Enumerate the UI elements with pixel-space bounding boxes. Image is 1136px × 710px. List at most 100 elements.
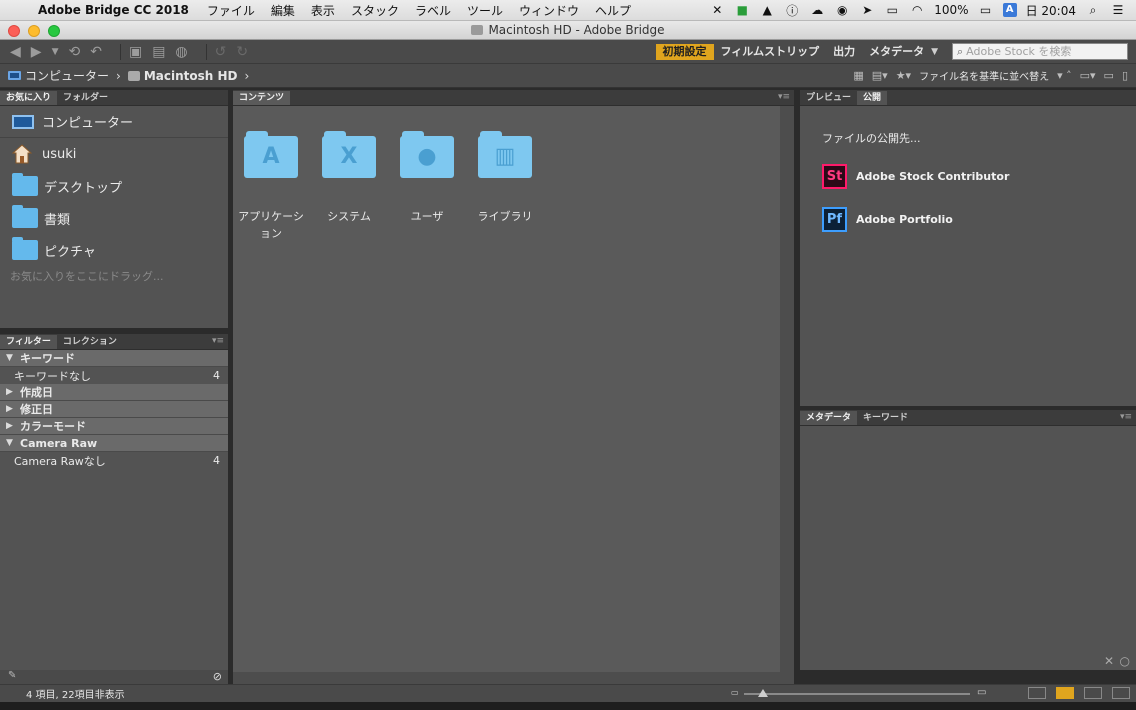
- folder-thumbnail[interactable]: ● ユーザ: [393, 131, 461, 225]
- rotate-left-icon[interactable]: ↺: [215, 44, 227, 60]
- view-list-button[interactable]: [1112, 687, 1130, 699]
- quality-options-icon[interactable]: ▦: [853, 69, 863, 82]
- filter-category[interactable]: ▶ 修正日: [0, 401, 228, 418]
- upload-status-icon[interactable]: ▲: [759, 3, 775, 17]
- breadcrumb-chevron-icon[interactable]: ›: [244, 69, 249, 83]
- menu-file[interactable]: ファイル: [207, 2, 255, 19]
- clear-filter-icon[interactable]: ⊘: [213, 670, 222, 683]
- filter-rating-star-icon[interactable]: ★▾: [896, 69, 911, 82]
- sort-by-dropdown[interactable]: ファイル名を基準に並べ替え: [919, 68, 1049, 83]
- vertical-scrollbar[interactable]: [780, 106, 794, 684]
- info-status-icon[interactable]: ⓘ: [784, 2, 800, 19]
- folder-thumbnail[interactable]: ▥ ライブラリ: [471, 131, 539, 225]
- arrow-status-icon[interactable]: ➤: [859, 3, 875, 17]
- recent-dropdown-icon[interactable]: ▼: [52, 47, 59, 57]
- tab-content[interactable]: コンテンツ: [233, 91, 291, 105]
- view-grid-button[interactable]: [1028, 687, 1046, 699]
- favorite-home[interactable]: usuki: [0, 138, 228, 170]
- open-recent-folder-icon[interactable]: ▭▾: [1080, 69, 1096, 82]
- forward-arrow-icon[interactable]: ▶: [31, 44, 42, 60]
- favorite-desktop[interactable]: デスクトップ: [0, 170, 228, 202]
- menu-stack[interactable]: スタック: [351, 2, 399, 19]
- tab-keywords[interactable]: キーワード: [857, 411, 914, 425]
- panel-menu-icon[interactable]: ▾≡: [778, 92, 790, 102]
- tools-status-icon[interactable]: ✕: [709, 3, 725, 17]
- tab-metadata[interactable]: メタデータ: [800, 411, 858, 425]
- horizontal-scrollbar[interactable]: [233, 672, 780, 684]
- circle-icon[interactable]: ○: [1120, 654, 1130, 668]
- workspace-metadata[interactable]: メタデータ: [862, 44, 931, 60]
- workspace-essentials[interactable]: 初期設定: [655, 43, 714, 60]
- airplay-icon[interactable]: ▭: [884, 3, 900, 17]
- disclosure-closed-icon[interactable]: ▶: [6, 404, 20, 414]
- flag-status-icon[interactable]: ■: [734, 3, 750, 17]
- disclosure-open-icon[interactable]: ▼: [6, 438, 20, 448]
- eye-status-icon[interactable]: ◉: [834, 3, 850, 17]
- input-source-icon[interactable]: A: [1002, 3, 1017, 17]
- favorite-documents[interactable]: 書類: [0, 202, 228, 234]
- publish-adobe-stock[interactable]: St Adobe Stock Contributor: [822, 164, 1136, 189]
- slider-handle[interactable]: [758, 689, 768, 697]
- disclosure-open-icon[interactable]: ▼: [6, 353, 20, 363]
- menu-label[interactable]: ラベル: [415, 2, 451, 19]
- notification-center-icon[interactable]: ☰: [1110, 3, 1126, 17]
- view-details-button[interactable]: [1084, 687, 1102, 699]
- menu-tools[interactable]: ツール: [467, 2, 503, 19]
- open-in-camera-raw-icon[interactable]: ◍: [175, 44, 187, 60]
- close-window-button[interactable]: [8, 25, 20, 37]
- disclosure-closed-icon[interactable]: ▶: [6, 387, 20, 397]
- menu-view[interactable]: 表示: [311, 2, 335, 19]
- tab-preview[interactable]: プレビュー: [800, 91, 857, 105]
- pin-icon[interactable]: ✎: [8, 670, 16, 681]
- new-folder-icon[interactable]: ▭: [1104, 69, 1114, 82]
- filter-category[interactable]: ▶ カラーモード: [0, 418, 228, 435]
- cloud-status-icon[interactable]: ☁: [809, 3, 825, 17]
- tab-favorites[interactable]: お気に入り: [0, 91, 58, 105]
- view-options-icon[interactable]: ▤▾: [872, 69, 888, 82]
- minimize-window-button[interactable]: [28, 25, 40, 37]
- menu-help[interactable]: ヘルプ: [595, 2, 631, 19]
- sort-direction-icon[interactable]: ▾ ˄: [1057, 69, 1072, 82]
- panel-menu-icon[interactable]: ▾≡: [212, 336, 224, 346]
- filter-item[interactable]: Camera Rawなし 4: [0, 452, 228, 469]
- refine-icon[interactable]: ▤: [152, 44, 165, 60]
- app-menu[interactable]: Adobe Bridge CC 2018: [38, 3, 189, 17]
- spotlight-search-icon[interactable]: ⌕: [1085, 3, 1101, 18]
- workspace-menu-chevron-icon[interactable]: ▼: [931, 47, 938, 57]
- close-panel-icon[interactable]: ✕: [1104, 654, 1114, 668]
- stock-search-field[interactable]: ⌕: [952, 43, 1128, 60]
- camera-import-icon[interactable]: ▣: [129, 44, 142, 60]
- back-arrow-icon[interactable]: ◀: [10, 44, 21, 60]
- workspace-filmstrip[interactable]: フィルムストリップ: [714, 44, 827, 60]
- menu-edit[interactable]: 編集: [271, 2, 295, 19]
- folder-thumbnail[interactable]: X システム: [315, 131, 383, 225]
- wifi-icon[interactable]: ◠: [909, 3, 925, 17]
- thumbnail-size-slider[interactable]: [744, 689, 970, 697]
- zoom-window-button[interactable]: [48, 25, 60, 37]
- panel-menu-icon[interactable]: ▾≡: [1120, 412, 1132, 422]
- favorite-computer[interactable]: コンピューター: [0, 106, 228, 138]
- thumb-small-icon[interactable]: ▭: [731, 688, 739, 697]
- stock-search-input[interactable]: [966, 45, 1117, 58]
- tab-filter[interactable]: フィルター: [0, 335, 57, 349]
- folder-thumbnail[interactable]: A アプリケーション: [237, 131, 305, 242]
- breadcrumb-chevron-icon[interactable]: ›: [116, 69, 121, 83]
- favorite-pictures[interactable]: ピクチャ: [0, 234, 228, 266]
- tab-collections[interactable]: コレクション: [57, 335, 123, 349]
- boomerang-icon[interactable]: ↶: [90, 44, 102, 60]
- breadcrumb-computer[interactable]: コンピューター: [8, 67, 109, 84]
- tab-publish[interactable]: 公開: [857, 91, 888, 105]
- tab-folders[interactable]: フォルダー: [57, 91, 114, 105]
- filter-category[interactable]: ▼ Camera Raw: [0, 435, 228, 452]
- battery-icon[interactable]: ▭: [978, 3, 994, 17]
- menu-window[interactable]: ウィンドウ: [519, 2, 579, 19]
- publish-adobe-portfolio[interactable]: Pf Adobe Portfolio: [822, 207, 1136, 232]
- filter-category[interactable]: ▶ 作成日: [0, 384, 228, 401]
- view-thumbnails-button[interactable]: [1056, 687, 1074, 699]
- disclosure-closed-icon[interactable]: ▶: [6, 421, 20, 431]
- workspace-output[interactable]: 出力: [826, 44, 862, 60]
- thumb-large-icon[interactable]: ▭: [977, 687, 986, 698]
- breadcrumb-macintosh-hd[interactable]: Macintosh HD: [127, 69, 237, 83]
- reveal-recent-icon[interactable]: ⟲: [68, 44, 80, 60]
- rotate-right-icon[interactable]: ↻: [236, 44, 248, 60]
